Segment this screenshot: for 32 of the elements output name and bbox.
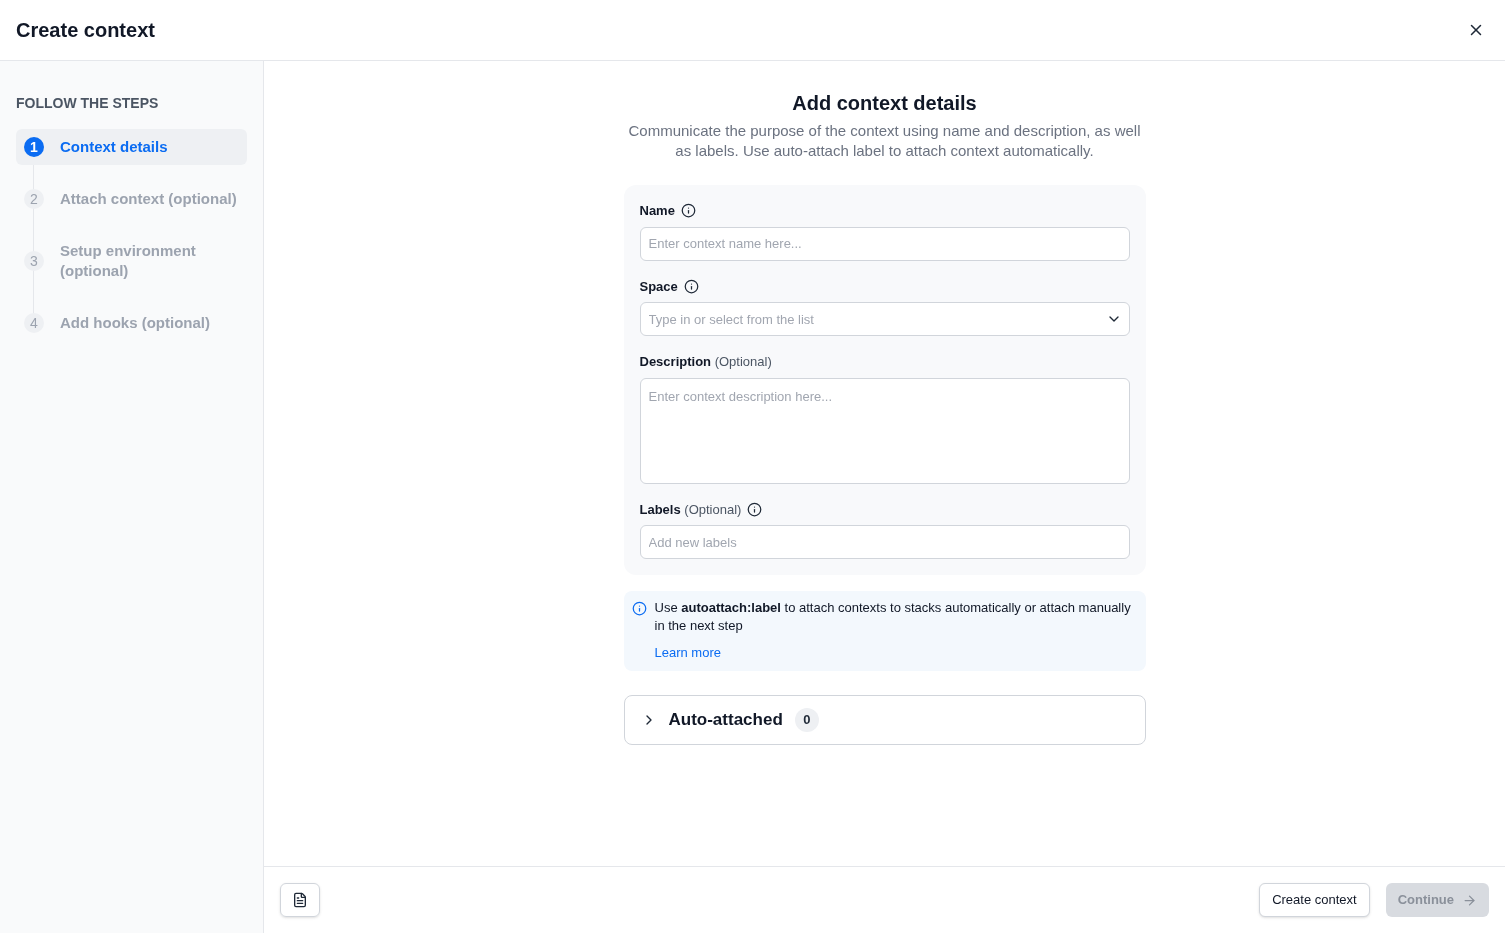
step-item[interactable]: 3 Setup environment (optional) [16,233,247,289]
document-icon [292,892,308,908]
info-icon[interactable] [680,203,696,219]
create-button[interactable]: Create context [1259,883,1370,917]
section-title: Add context details [791,91,978,116]
step-number: 2 [24,189,44,209]
window-title: Create context [16,18,155,43]
count-badge: 0 [794,707,819,732]
info-icon[interactable] [747,501,763,517]
step-number: 1 [24,137,44,157]
step-number: 4 [24,313,44,333]
step-item[interactable]: 1 Context details [16,129,247,165]
info-icon [631,601,647,616]
select-field[interactable]: Type in or select from the list [639,302,1130,336]
field-label: Description (Optional) [639,353,772,371]
notice-text: Use autoattach:label to attach contexts to stacks automatically or attach manually in the next step [654,599,1132,635]
section-subtitle: Communicate the purpose of the context using name and description, as well as labels. Use auto-attach label to attach context automatically. [627,121,1142,161]
step-item[interactable]: 2 Attach context (optional) [16,181,247,217]
textarea-field[interactable]: Enter context description here... [639,377,1130,484]
learn-more-link[interactable]: Learn more [654,643,721,663]
input-field[interactable]: Add new labels [639,525,1130,559]
field-label: Labels (Optional) [639,500,742,519]
field-label: Space [639,277,678,296]
document-button[interactable] [280,883,320,917]
arrow-right-icon [1462,892,1477,908]
field-label: Name [639,202,675,220]
input-field[interactable]: Enter context name here... [639,226,1130,261]
step-item[interactable]: 4 Add hooks (optional) [16,305,247,341]
step-number: 3 [24,251,44,271]
accordion-header[interactable]: Auto-attached 0 [623,694,1146,745]
sidebar-heading: FOLLOW THE STEPS [16,94,160,113]
info-icon[interactable] [683,278,699,294]
